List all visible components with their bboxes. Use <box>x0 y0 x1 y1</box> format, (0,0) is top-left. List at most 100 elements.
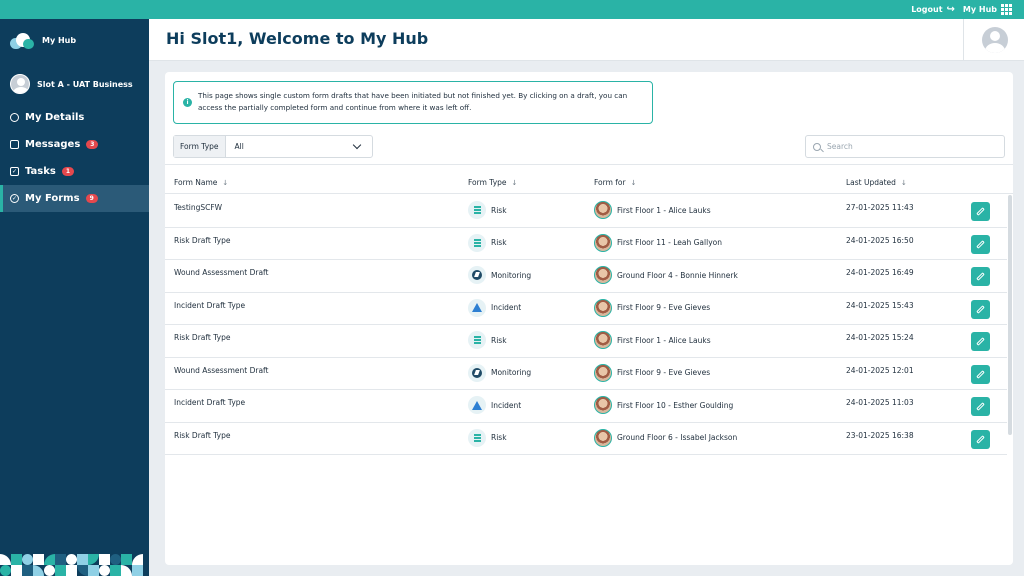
edit-button[interactable] <box>971 267 990 286</box>
pencil-icon <box>976 402 985 411</box>
edit-button[interactable] <box>971 332 990 351</box>
my-hub-menu[interactable]: My Hub <box>963 4 1012 15</box>
form-type-select[interactable]: All <box>226 136 372 157</box>
last-updated-cell: 24-01-2025 16:49 <box>846 268 914 277</box>
risk-icon <box>468 233 486 252</box>
search-input[interactable] <box>827 142 987 151</box>
form-for-cell: First Floor 1 - Alice Lauks <box>594 201 711 219</box>
my-hub-label: My Hub <box>962 5 997 14</box>
chevron-down-icon <box>352 140 362 150</box>
column-header-form-for[interactable]: Form for ↓ <box>594 178 636 187</box>
search-icon <box>813 142 821 151</box>
edit-button[interactable] <box>971 364 990 384</box>
form-type-label: Incident <box>491 400 522 410</box>
form-type-label: Risk <box>491 335 507 345</box>
form-name-cell: Incident Draft Type <box>174 398 246 407</box>
resident-avatar-icon <box>594 266 612 284</box>
user-circle-icon <box>10 113 19 122</box>
form-name-cell: Risk Draft Type <box>174 333 231 342</box>
edit-button[interactable] <box>971 397 990 416</box>
info-banner: i This page shows single custom form dra… <box>173 81 653 124</box>
sidebar-item-label: My Details <box>25 112 85 123</box>
table-row[interactable]: Risk Draft Type Risk Ground Floor 6 - Is… <box>165 423 1007 455</box>
edit-button[interactable] <box>971 202 990 221</box>
table-scrollbar[interactable] <box>1008 195 1012 435</box>
sidebar-item-messages[interactable]: Messages 3 <box>0 131 149 158</box>
resident-avatar-icon <box>594 201 612 219</box>
table-row[interactable]: Incident Draft Type Incident First Floor… <box>165 293 1007 325</box>
last-updated-cell: 24-01-2025 15:24 <box>846 333 914 342</box>
pencil-icon <box>976 207 985 216</box>
form-type-label: Risk <box>491 205 507 215</box>
pencil-icon <box>976 369 985 379</box>
table-row[interactable]: Wound Assessment Draft Monitoring Ground… <box>165 260 1007 293</box>
form-type-filter-label: Form Type <box>174 136 226 157</box>
table-row[interactable]: Incident Draft Type Incident First Floor… <box>165 390 1007 423</box>
envelope-icon <box>10 140 19 149</box>
last-updated-cell: 24-01-2025 16:50 <box>846 235 914 245</box>
form-name-cell: Incident Draft Type <box>174 300 246 310</box>
sidebar-item-my-forms[interactable]: ✓ My Forms 9 <box>0 185 149 212</box>
column-header-last-updated[interactable]: Last Updated ↓ <box>846 178 907 187</box>
column-header-form-name[interactable]: Form Name ↓ <box>174 178 228 187</box>
form-for-label: Ground Floor 4 - Bonnie Hinnerk <box>617 270 738 280</box>
table-body: TestingSCFW Risk First Floor 1 - Alice L… <box>165 195 1007 455</box>
last-updated-cell: 24-01-2025 15:43 <box>846 300 914 310</box>
form-type-filter[interactable]: Form Type All <box>173 135 373 158</box>
edit-button[interactable] <box>971 429 990 449</box>
table-header: Form Name ↓ Form Type ↓ Form for ↓ Last Upd… <box>165 172 1013 194</box>
form-type-label: Risk <box>491 433 507 442</box>
info-text: This page shows single custom form draft… <box>198 91 628 112</box>
table-row[interactable]: TestingSCFW Risk First Floor 1 - Alice L… <box>165 195 1007 228</box>
edit-button[interactable] <box>971 234 990 254</box>
sort-arrow-icon: ↓ <box>511 178 518 187</box>
form-name-cell: TestingSCFW <box>174 203 223 212</box>
user-profile[interactable]: Slot A - UAT Business <box>0 62 149 104</box>
pencil-icon <box>976 272 985 281</box>
table-row[interactable]: Wound Assessment Draft Monitoring First … <box>165 358 1007 390</box>
sidebar-item-my-details[interactable]: My Details <box>0 104 149 131</box>
form-for-cell: Ground Floor 4 - Bonnie Hinnerk <box>594 266 738 284</box>
resident-avatar-icon <box>594 233 612 252</box>
resident-avatar-icon <box>594 298 612 317</box>
profile-avatar-icon[interactable] <box>982 27 1008 53</box>
edit-button[interactable] <box>971 299 990 319</box>
last-updated-cell: 27-01-2025 11:43 <box>846 203 914 212</box>
tasks-count-badge: 1 <box>61 167 75 176</box>
form-type-label: Incident <box>491 303 522 312</box>
resident-avatar-icon <box>594 331 612 349</box>
column-header-form-type[interactable]: Form Type ↓ <box>468 178 517 187</box>
sort-arrow-icon: ↓ <box>630 178 637 187</box>
form-for-cell: First Floor 1 - Alice Lauks <box>594 331 711 349</box>
form-name-cell: Wound Assessment Draft <box>174 268 269 277</box>
column-header-label: Form for <box>594 178 626 187</box>
form-type-label: Risk <box>491 238 507 247</box>
page-header: Hi Slot1, Welcome to My Hub <box>149 19 1024 61</box>
last-updated-cell: 24-01-2025 11:03 <box>846 398 914 407</box>
top-bar: Logout ↪ My Hub <box>0 0 1024 19</box>
logout-link[interactable]: Logout ↪ <box>911 4 955 15</box>
incident-icon <box>468 298 486 317</box>
form-name-cell: Risk Draft Type <box>174 430 231 440</box>
form-type-cell: Monitoring <box>468 266 531 284</box>
search-box[interactable] <box>805 135 1005 158</box>
sidebar-nav: My Details Messages 3 ✓ Tasks 1 ✓ My For… <box>0 104 149 212</box>
decorative-pattern <box>0 554 149 576</box>
logout-label: Logout <box>911 5 943 14</box>
sidebar-item-label: My Forms <box>25 193 80 204</box>
table-row[interactable]: Risk Draft Type Risk First Floor 1 - Ali… <box>165 325 1007 358</box>
risk-icon <box>468 331 486 349</box>
pencil-icon <box>976 434 985 444</box>
monitoring-icon <box>468 266 486 284</box>
last-updated-cell: 23-01-2025 16:38 <box>846 430 914 440</box>
form-for-label: First Floor 10 - Esther Goulding <box>617 400 734 410</box>
last-updated-cell: 24-01-2025 12:01 <box>846 365 914 375</box>
column-header-label: Last Updated <box>846 178 896 187</box>
app-logo-row[interactable]: My Hub <box>0 19 149 62</box>
sort-arrow-icon: ↓ <box>900 178 907 187</box>
form-for-cell: Ground Floor 6 - Issabel Jackson <box>594 428 737 447</box>
table-row[interactable]: Risk Draft Type Risk First Floor 11 - Le… <box>165 228 1007 260</box>
forms-card: i This page shows single custom form dra… <box>165 72 1013 565</box>
sidebar-item-tasks[interactable]: ✓ Tasks 1 <box>0 158 149 185</box>
user-avatar-icon <box>10 74 30 94</box>
